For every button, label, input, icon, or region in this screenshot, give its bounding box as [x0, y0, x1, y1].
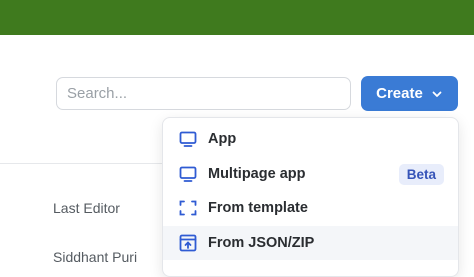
menu-item-label: From template — [208, 200, 308, 217]
monitor-icon — [178, 164, 198, 184]
create-dropdown-menu: App Multipage app Beta From template Fro… — [162, 117, 459, 277]
menu-item-label: From JSON/ZIP — [208, 234, 315, 251]
table-row-last-editor: Siddhant Puri — [53, 249, 138, 265]
menu-item-label: Multipage app — [208, 165, 306, 182]
create-button[interactable]: Create — [361, 76, 458, 111]
menu-item-label: App — [208, 131, 237, 148]
monitor-icon — [178, 129, 198, 149]
template-frame-icon — [178, 198, 198, 218]
column-header-last-editor: Last Editor — [53, 200, 120, 216]
top-bar — [0, 0, 474, 35]
menu-item-multipage-app[interactable]: Multipage app Beta — [163, 157, 458, 192]
menu-item-from-template[interactable]: From template — [163, 191, 458, 226]
create-button-label: Create — [376, 85, 423, 102]
table-divider — [0, 163, 170, 164]
menu-item-from-json-zip[interactable]: From JSON/ZIP — [163, 225, 458, 260]
menu-item-app[interactable]: App — [163, 122, 458, 157]
chevron-down-icon — [431, 88, 443, 100]
beta-badge: Beta — [398, 163, 444, 185]
search-input[interactable] — [56, 77, 351, 110]
import-upload-icon — [178, 233, 198, 253]
